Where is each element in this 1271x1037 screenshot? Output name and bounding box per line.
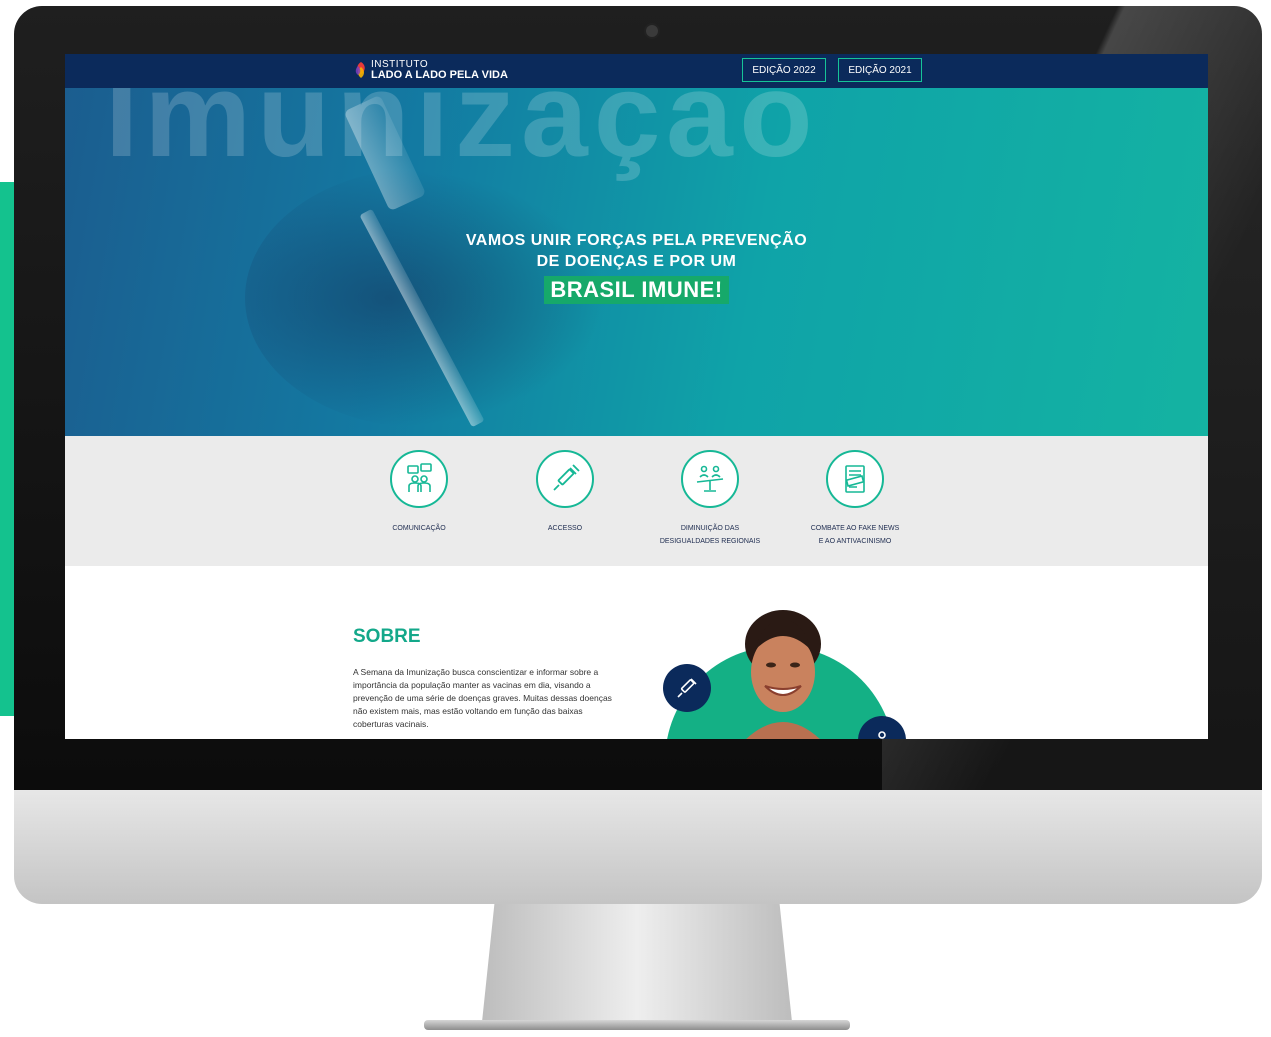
pillar-label-fake-news: COMBATE AO FAKE NEWS E AO ANTIVACINISMO — [810, 525, 900, 545]
edition-2022-button[interactable]: EDIÇÃO 2022 — [742, 58, 826, 82]
communication-icon — [390, 450, 448, 508]
balance-scale-icon — [681, 450, 739, 508]
fake-news-icon — [826, 450, 884, 508]
about-section: SOBRE A Semana da Imunização busca consc… — [65, 566, 1208, 739]
syringe-badge-icon — [663, 664, 711, 712]
pillar-communication[interactable]: COMUNICAÇÃO — [349, 450, 489, 535]
pillar-regional-inequality[interactable]: DIMINUIÇÃO DAS DESIGUALDADES REGIONAIS — [640, 450, 780, 548]
pillar-label-regional-inequality: DIMINUIÇÃO DAS DESIGUALDADES REGIONAIS — [659, 525, 761, 545]
syringe-icon — [536, 450, 594, 508]
smiling-woman-photo — [745, 610, 821, 739]
site-logo[interactable]: INSTITUTO LADO A LADO PELA VIDA — [355, 60, 508, 81]
monitor-stand — [482, 904, 792, 1022]
pillars-section: COMUNICAÇÃO ACCESSO DIMINUIÇÃO DAS DESIG… — [65, 436, 1208, 566]
monitor-stand-base — [424, 1020, 850, 1030]
hero-background-word: Imunização — [105, 88, 819, 182]
pillar-fake-news[interactable]: COMBATE AO FAKE NEWS E AO ANTIVACINISMO — [785, 450, 925, 548]
pillar-access[interactable]: ACCESSO — [495, 450, 635, 535]
monitor-chin — [14, 790, 1262, 904]
about-title: SOBRE — [353, 626, 421, 647]
logo-line-2: LADO A LADO PELA VIDA — [371, 69, 508, 81]
pillar-label-access: ACCESSO — [547, 525, 583, 532]
logo-mark-icon — [355, 62, 365, 78]
hero-banner: Imunização VAMOS UNIR FORÇAS PELA PREVEN… — [65, 88, 1208, 436]
hero-highlight: BRASIL IMUNE! — [544, 276, 729, 304]
about-text: A Semana da Imunização busca conscientiz… — [353, 667, 612, 729]
site-header: INSTITUTO LADO A LADO PELA VIDA EDIÇÃO 2… — [65, 54, 1208, 88]
edition-2021-button[interactable]: EDIÇÃO 2021 — [838, 58, 922, 82]
hero-line-1: VAMOS UNIR FORÇAS PELA PREVENÇÃO — [465, 232, 808, 249]
hero-line-2: DE DOENÇAS E POR UM — [536, 253, 737, 270]
website-screen: INSTITUTO LADO A LADO PELA VIDA EDIÇÃO 2… — [65, 54, 1208, 739]
hero-headline: VAMOS UNIR FORÇAS PELA PREVENÇÃO DE DOEN… — [65, 230, 1208, 304]
pillar-label-communication: COMUNICAÇÃO — [392, 525, 446, 532]
camera-icon — [646, 25, 658, 37]
